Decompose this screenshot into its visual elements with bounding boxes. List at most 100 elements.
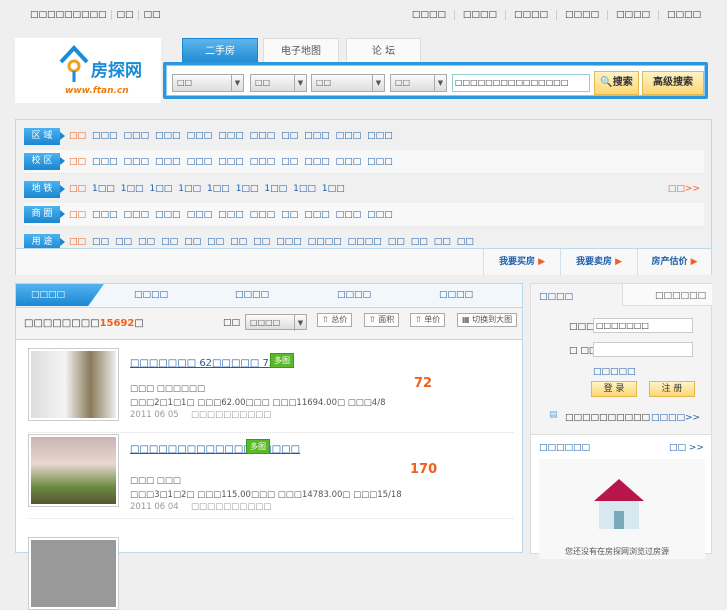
filter-option[interactable]: □□□□	[348, 237, 382, 247]
filter-option[interactable]: □□□	[92, 131, 118, 141]
filter-option[interactable]: □□□	[336, 157, 362, 167]
filter-option[interactable]: □□	[411, 237, 428, 247]
login-tab-other[interactable]: □□□□□□	[622, 284, 712, 306]
top-link[interactable]: □□□□	[404, 10, 454, 20]
filter-option[interactable]: □□□	[304, 157, 330, 167]
valuation-button[interactable]: 房产估价 ▶	[637, 249, 711, 275]
filter-option[interactable]: 1□□	[293, 184, 316, 194]
filter-option[interactable]: □□□	[92, 210, 118, 220]
listing-photo[interactable]	[28, 537, 119, 610]
top-link[interactable]: □□□□	[504, 10, 556, 20]
filter-option[interactable]: □□□	[367, 131, 393, 141]
filter-select[interactable]: □□ ▼	[311, 74, 385, 92]
filter-option[interactable]: □□□	[250, 210, 276, 220]
advanced-search-button[interactable]: 高级搜索	[642, 71, 704, 95]
filter-option[interactable]: □□□	[187, 131, 213, 141]
filter-option[interactable]: □□□	[124, 210, 150, 220]
filter-option[interactable]: □□	[115, 237, 132, 247]
filter-option[interactable]: □□□	[218, 157, 244, 167]
top-link[interactable]: □□□□	[453, 10, 505, 20]
buy-house-button[interactable]: 我要买房 ▶	[483, 249, 560, 275]
switch-large-view-button[interactable]: ▦ 切换到大图	[457, 313, 518, 327]
tab-second-hand[interactable]: 二手房	[182, 38, 258, 64]
filter-option[interactable]: □□	[138, 237, 155, 247]
forgot-password-link[interactable]: □□□□□	[593, 367, 636, 377]
filter-option[interactable]: □□□	[155, 157, 181, 167]
filter-option[interactable]: 1□□	[236, 184, 259, 194]
filter-option[interactable]: □□□	[187, 210, 213, 220]
tab-forum[interactable]: 论 坛	[346, 38, 421, 64]
listing-tab[interactable]: □□□□	[439, 290, 473, 300]
filter-option[interactable]: □□	[281, 157, 298, 167]
filter-option[interactable]: □□□	[250, 157, 276, 167]
search-input[interactable]: □□□□□□□□□□□□□□□	[452, 74, 590, 92]
filter-option[interactable]: □□□□	[308, 237, 342, 247]
filter-select[interactable]: □□ ▼	[390, 74, 447, 92]
listing-title[interactable]: □□□□□□□□□□□□□□□□□□	[130, 444, 300, 455]
filter-option[interactable]: □□	[184, 237, 201, 247]
filter-option[interactable]: □□	[230, 237, 247, 247]
filter-option[interactable]: □□	[69, 131, 86, 141]
filter-option[interactable]: 1□□	[149, 184, 172, 194]
filter-more-link[interactable]: □□>>	[668, 184, 700, 194]
filter-option[interactable]: □□□	[155, 131, 181, 141]
filter-option[interactable]: □□□	[276, 237, 302, 247]
filter-option[interactable]: □□	[281, 131, 298, 141]
register-button[interactable]: 注 册	[649, 381, 695, 397]
register-link[interactable]: □□	[137, 10, 161, 20]
filter-option[interactable]: 1□□	[121, 184, 144, 194]
filter-option[interactable]: □□□	[218, 210, 244, 220]
listing-tab[interactable]: □□□□	[134, 290, 168, 300]
filter-option[interactable]: □□	[161, 237, 178, 247]
listing-tab[interactable]: □□□□	[337, 290, 371, 300]
listing-tab[interactable]: □□□□	[235, 290, 269, 300]
filter-option[interactable]: □□□	[336, 131, 362, 141]
login-more-link[interactable]: □□□□>>	[651, 413, 700, 423]
sell-house-button[interactable]: 我要卖房 ▶	[560, 249, 637, 275]
logo[interactable]: 房探网 www.ftan.cn	[15, 38, 161, 103]
sort-area-button[interactable]: ⇧ 面积	[364, 313, 400, 327]
filter-option[interactable]: □□□	[187, 157, 213, 167]
filter-option[interactable]: □□□	[124, 131, 150, 141]
filter-select[interactable]: □□ ▼	[250, 74, 307, 92]
search-button[interactable]: 🔍搜索	[594, 71, 639, 95]
filter-option[interactable]: □□	[69, 184, 86, 194]
filter-option[interactable]: 1□□	[92, 184, 115, 194]
filter-option[interactable]: □□	[69, 157, 86, 167]
filter-option[interactable]: □□□	[155, 210, 181, 220]
listing-photo[interactable]	[28, 434, 119, 507]
filter-option[interactable]: □□□	[304, 210, 330, 220]
tab-map[interactable]: 电子地图	[263, 38, 339, 64]
top-link[interactable]: □□□□	[657, 10, 709, 20]
sort-total-price-button[interactable]: ⇧ 总价	[317, 313, 353, 327]
filter-option[interactable]: □□	[253, 237, 270, 247]
top-link[interactable]: □□□□	[606, 10, 658, 20]
filter-option[interactable]: □□	[207, 237, 224, 247]
filter-option[interactable]: 1□□	[178, 184, 201, 194]
filter-option[interactable]: □□	[69, 210, 86, 220]
filter-option[interactable]: □□	[281, 210, 298, 220]
login-link[interactable]: □□	[110, 10, 134, 20]
filter-option[interactable]: □□□	[250, 131, 276, 141]
recent-more-link[interactable]: □□ >>	[669, 443, 704, 453]
filter-option[interactable]: □□	[457, 237, 474, 247]
filter-option[interactable]: 1□□	[207, 184, 230, 194]
filter-option[interactable]: □□□	[218, 131, 244, 141]
filter-option[interactable]: □□□	[336, 210, 362, 220]
filter-option[interactable]: 1□□	[264, 184, 287, 194]
filter-option[interactable]: □□□	[92, 157, 118, 167]
listing-tab[interactable]: □□□□	[16, 284, 104, 306]
password-input[interactable]	[593, 342, 693, 357]
listing-photo[interactable]	[28, 348, 119, 421]
filter-option[interactable]: □□□	[367, 157, 393, 167]
filter-option[interactable]: □□	[69, 237, 86, 247]
sort-select[interactable]: □□□□ ▼	[245, 314, 307, 331]
filter-option[interactable]: □□□	[304, 131, 330, 141]
filter-option[interactable]: □□	[434, 237, 451, 247]
filter-select[interactable]: □□ ▼	[172, 74, 244, 92]
sort-unit-price-button[interactable]: ⇧ 单价	[410, 313, 446, 327]
top-link[interactable]: □□□□	[555, 10, 607, 20]
username-input[interactable]: □□□□□□□	[593, 318, 693, 333]
filter-option[interactable]: 1□□	[322, 184, 345, 194]
filter-option[interactable]: □□□	[124, 157, 150, 167]
